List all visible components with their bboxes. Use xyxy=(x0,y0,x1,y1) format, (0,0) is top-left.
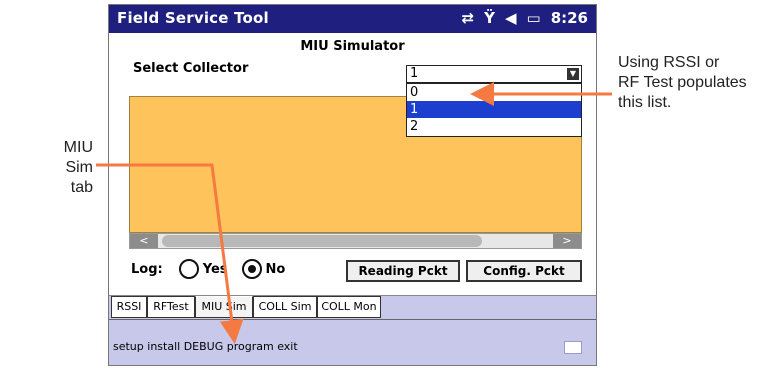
tab-coll-sim[interactable]: COLL Sim xyxy=(253,296,317,318)
reading-packet-button[interactable]: Reading Pckt xyxy=(346,260,460,282)
dropdown-option-selected[interactable]: 1 xyxy=(407,101,581,118)
dropdown-arrow-icon[interactable]: ▼ xyxy=(567,68,579,80)
dropdown-option[interactable]: 2 xyxy=(407,118,581,135)
scroll-left-icon[interactable]: < xyxy=(130,234,158,248)
dropdown-callout: Using RSSI or RF Test populates this lis… xyxy=(618,53,747,113)
log-label: Log: xyxy=(131,261,163,277)
log-no-label: No xyxy=(265,261,286,277)
select-collector-label: Select Collector xyxy=(133,61,249,76)
device-screen: Field Service Tool ⇄ Ÿ ◀ ▭ 8:26 MIU Simu… xyxy=(108,4,597,366)
keyboard-icon[interactable] xyxy=(564,341,582,354)
no-signal-icon: Ÿ xyxy=(484,9,495,27)
scroll-right-icon[interactable]: > xyxy=(553,234,581,248)
menu-setup[interactable]: setup xyxy=(113,340,144,353)
menu-program[interactable]: program xyxy=(227,340,274,353)
callout-text: this list. xyxy=(618,94,672,111)
callout-text: MIU Sim xyxy=(63,139,93,176)
miu-sim-tab-callout: MIU Sim tab xyxy=(41,138,93,198)
horizontal-scrollbar[interactable]: < > xyxy=(129,233,582,249)
menu-items: setup install DEBUG program exit xyxy=(113,340,298,353)
log-options: Log: Yes No xyxy=(131,259,285,279)
tab-strip: RSSI RFTest MIU Sim COLL Sim COLL Mon xyxy=(109,295,596,320)
sync-icon: ⇄ xyxy=(461,9,475,27)
log-yes-radio[interactable] xyxy=(178,259,199,279)
config-packet-button[interactable]: Config. Pckt xyxy=(466,260,582,282)
menu-debug[interactable]: DEBUG xyxy=(184,340,224,353)
tab-rftest[interactable]: RFTest xyxy=(147,296,195,318)
status-icons: ⇄ Ÿ ◀ ▭ 8:26 xyxy=(462,9,589,27)
page-title: MIU Simulator xyxy=(300,39,405,54)
log-yes-label: Yes xyxy=(202,261,228,277)
callout-text: tab xyxy=(70,179,93,196)
collector-select[interactable]: 1 ▼ xyxy=(406,65,582,83)
tab-miu-sim[interactable]: MIU Sim xyxy=(195,296,253,318)
clock: 8:26 xyxy=(550,9,588,27)
menu-exit[interactable]: exit xyxy=(277,340,297,353)
callout-text: RF Test populates xyxy=(618,74,747,91)
callout-text: Using RSSI or xyxy=(618,54,720,71)
dropdown-option[interactable]: 0 xyxy=(407,84,581,101)
scrollbar-thumb[interactable] xyxy=(162,235,482,247)
log-no-radio[interactable] xyxy=(241,259,262,279)
tab-coll-mon[interactable]: COLL Mon xyxy=(317,296,381,318)
title-bar: Field Service Tool ⇄ Ÿ ◀ ▭ 8:26 xyxy=(109,5,596,33)
menu-bar: setup install DEBUG program exit xyxy=(109,319,596,365)
collector-select-value: 1 xyxy=(410,66,419,81)
menu-install[interactable]: install xyxy=(147,340,180,353)
collector-dropdown-list: 0 1 2 xyxy=(406,83,582,137)
battery-icon: ▭ xyxy=(526,9,541,27)
tab-rssi[interactable]: RSSI xyxy=(111,296,147,318)
speaker-icon: ◀ xyxy=(504,9,517,27)
app-title: Field Service Tool xyxy=(117,9,269,27)
